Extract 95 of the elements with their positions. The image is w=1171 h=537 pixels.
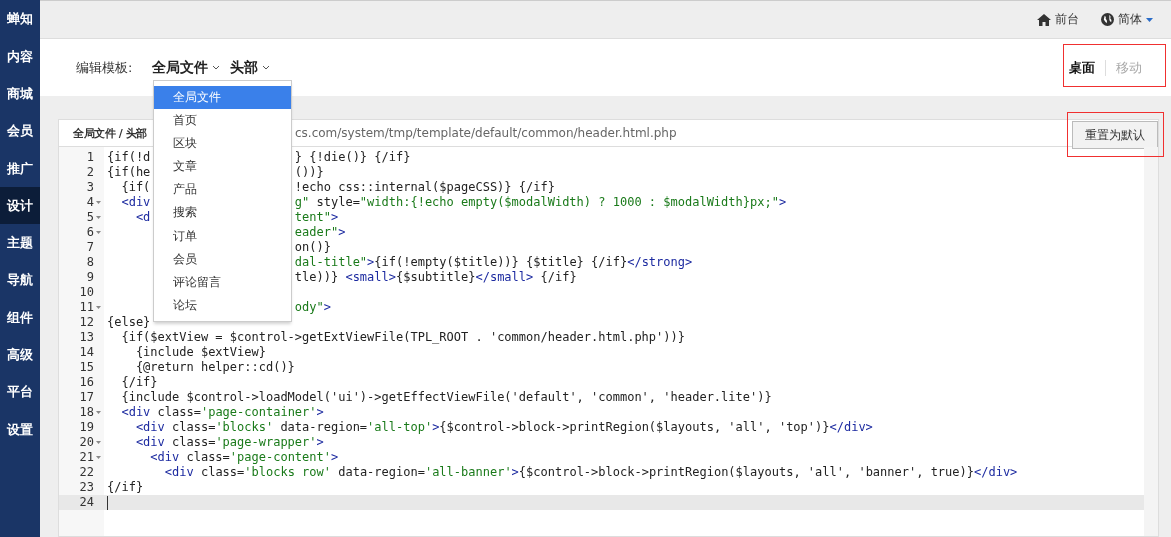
home-icon [1037, 13, 1051, 26]
language-menu[interactable]: 简体 [1101, 11, 1153, 28]
line-number: 23 [79, 480, 94, 495]
menu-item[interactable]: 会员 [154, 247, 292, 271]
template-label: 编辑模板: [76, 58, 133, 77]
code-line: tent"> [294, 210, 339, 225]
sidebar-item[interactable]: 高级 [0, 336, 40, 374]
menu-item[interactable]: 全局文件 [154, 85, 292, 109]
code-line: {/if} [107, 480, 144, 494]
line-number: 9 [86, 270, 94, 285]
menu-item[interactable]: 区块 [154, 131, 292, 156]
fold-icon[interactable] [96, 441, 101, 444]
code-line: {include $extView} [134, 345, 266, 359]
line-number: 6 [86, 225, 94, 240]
line-number: 17 [79, 390, 94, 405]
line-number: 19 [79, 420, 94, 435]
line-number: 1 [86, 150, 94, 165]
template-selector[interactable]: 头部 [230, 58, 273, 77]
breadcrumb: 全局文件 / 头部 [73, 127, 148, 140]
caret-icon [262, 65, 271, 70]
logo[interactable]: 蝉知 [0, 0, 40, 38]
fold-icon[interactable] [96, 216, 101, 219]
line-number: 10 [79, 285, 94, 300]
code-line: {if(!d [107, 150, 151, 164]
menu-item[interactable]: 搜索 [154, 201, 292, 225]
menu-item[interactable]: 评论留言 [154, 271, 292, 295]
line-number: 4 [86, 195, 94, 210]
sidebar-item[interactable]: 商城 [0, 75, 40, 113]
code-line: on()} [294, 240, 331, 255]
line-number: 21 [79, 450, 94, 465]
code-line: {include $control->loadModel('ui')->getEffectViewFile('default', 'common', 'header.lite')} [120, 390, 772, 404]
sidebar-item[interactable]: 组件 [0, 299, 40, 337]
line-number: 15 [79, 360, 94, 375]
fold-icon[interactable] [96, 456, 101, 459]
line-number: 18 [79, 405, 94, 420]
fold-icon[interactable] [96, 411, 101, 414]
sidebar-item[interactable]: 内容 [0, 38, 40, 76]
code-line: <div [120, 195, 151, 209]
sidebar-item[interactable]: 设置 [0, 410, 40, 449]
code-line: <div class='page-wrapper'> [134, 435, 324, 449]
code-line: ())} [294, 165, 324, 180]
view-tab[interactable]: 桌面 [1059, 56, 1105, 79]
sidebar-item[interactable]: 会员 [0, 112, 40, 150]
code-line: dal-title">{if(!empty($title))} {$title} {/if}</strong> [294, 255, 693, 270]
menu-item[interactable]: 文章 [154, 155, 292, 179]
code-line: ody"> [294, 300, 331, 315]
line-number: 8 [86, 255, 94, 270]
reset-button[interactable]: 重置为默认 [1072, 121, 1158, 149]
home-link[interactable]: 前台 [1037, 11, 1079, 28]
code-line: {if(he [107, 165, 151, 179]
code-line: tle))} <small>{$subtitle}</small> {/if} [294, 270, 577, 285]
text-cursor [107, 495, 108, 510]
menu-item[interactable]: 首页 [154, 108, 292, 132]
menu-item[interactable]: 产品 [154, 178, 292, 202]
code-line: <div class='blocks row' data-region='all-banner'>{$control->block->printRegion($layouts, 'all', 'banner', true)}</div> [163, 465, 1018, 479]
code-line: } {!die()} {/if} [294, 150, 411, 165]
code-line: {@return helper::cd()} [134, 360, 295, 374]
code-line: {if($extView = $control->getExtViewFile(TPL_ROOT . 'common/header.html.php'))} [120, 330, 685, 344]
code-line: <div class='blocks' data-region='all-top'>{$control->block->printRegion($layouts, 'all', 'top')}</div> [134, 420, 873, 434]
line-number: 14 [79, 345, 94, 360]
line-number: 2 [86, 165, 94, 180]
menu-item[interactable]: 论坛 [154, 294, 292, 318]
line-number: 20 [79, 435, 94, 450]
globe-icon [1101, 13, 1114, 26]
sidebar-item[interactable]: 推广 [0, 149, 40, 188]
fold-icon[interactable] [96, 231, 101, 234]
caret-icon [212, 65, 221, 70]
code-line: {/if} [120, 375, 158, 389]
line-number: 16 [79, 375, 94, 390]
code-line: !echo css::internal($pageCSS)} {/if} [294, 180, 555, 195]
sidebar-item[interactable]: 平台 [0, 373, 40, 411]
code-line: <d [134, 210, 151, 224]
sidebar-item[interactable]: 设计 [0, 187, 40, 225]
line-number: 13 [79, 330, 94, 345]
file-path: cs.com/system/tmp/template/default/common/header.html.php [295, 126, 677, 140]
line-number: 5 [86, 210, 94, 225]
caret-icon [1146, 17, 1153, 22]
code-line: eader"> [294, 225, 346, 240]
sidebar-item[interactable]: 导航 [0, 261, 40, 300]
code-line: {if( [120, 180, 151, 194]
line-number: 7 [86, 240, 94, 255]
line-number: 11 [79, 300, 94, 315]
code-line: {else} [107, 315, 151, 329]
fold-icon[interactable] [96, 201, 101, 204]
line-number: 12 [79, 315, 94, 330]
line-number: 3 [86, 180, 94, 195]
line-number: 22 [79, 465, 94, 480]
template-selector[interactable]: 全局文件 [152, 58, 223, 77]
line-number: 24 [79, 495, 94, 510]
code-line: <div class='page-container'> [120, 405, 324, 419]
menu-item[interactable]: 订单 [154, 224, 292, 248]
code-line: <div class='page-content'> [149, 450, 339, 464]
fold-icon[interactable] [96, 306, 101, 309]
sidebar-item[interactable]: 主题 [0, 224, 40, 262]
code-line: g" style="width:{!echo empty($modalWidth) ? 1000 : $modalWidth}px;"> [294, 195, 787, 210]
